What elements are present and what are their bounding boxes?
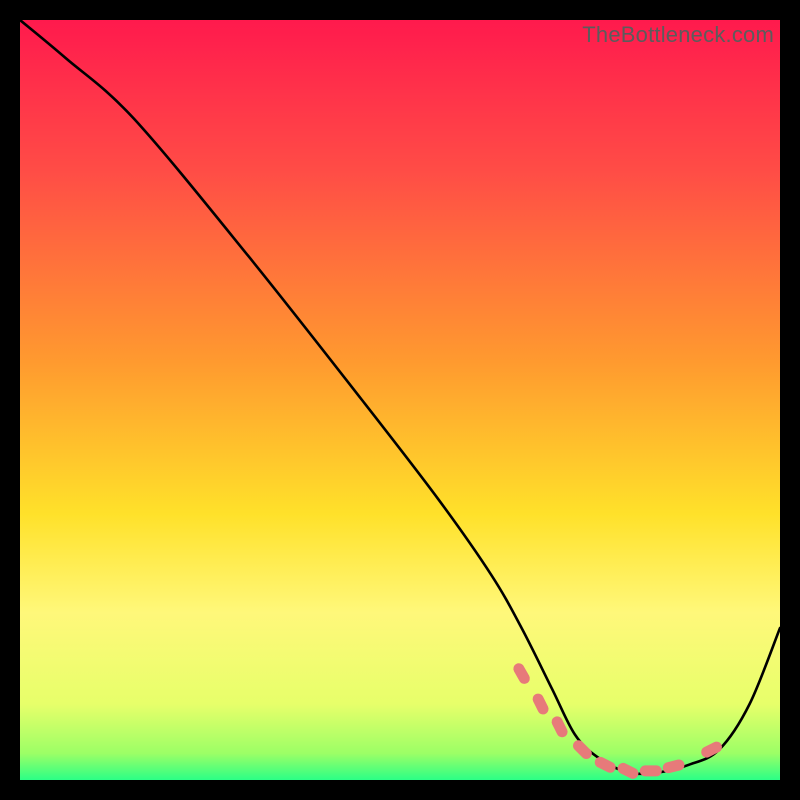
bottleneck-chart-svg (20, 20, 780, 780)
highlight-dot (640, 765, 662, 776)
gradient-background (20, 20, 780, 780)
chart-frame: TheBottleneck.com (0, 0, 800, 800)
plot-area: TheBottleneck.com (20, 20, 780, 780)
watermark-text: TheBottleneck.com (582, 22, 774, 48)
